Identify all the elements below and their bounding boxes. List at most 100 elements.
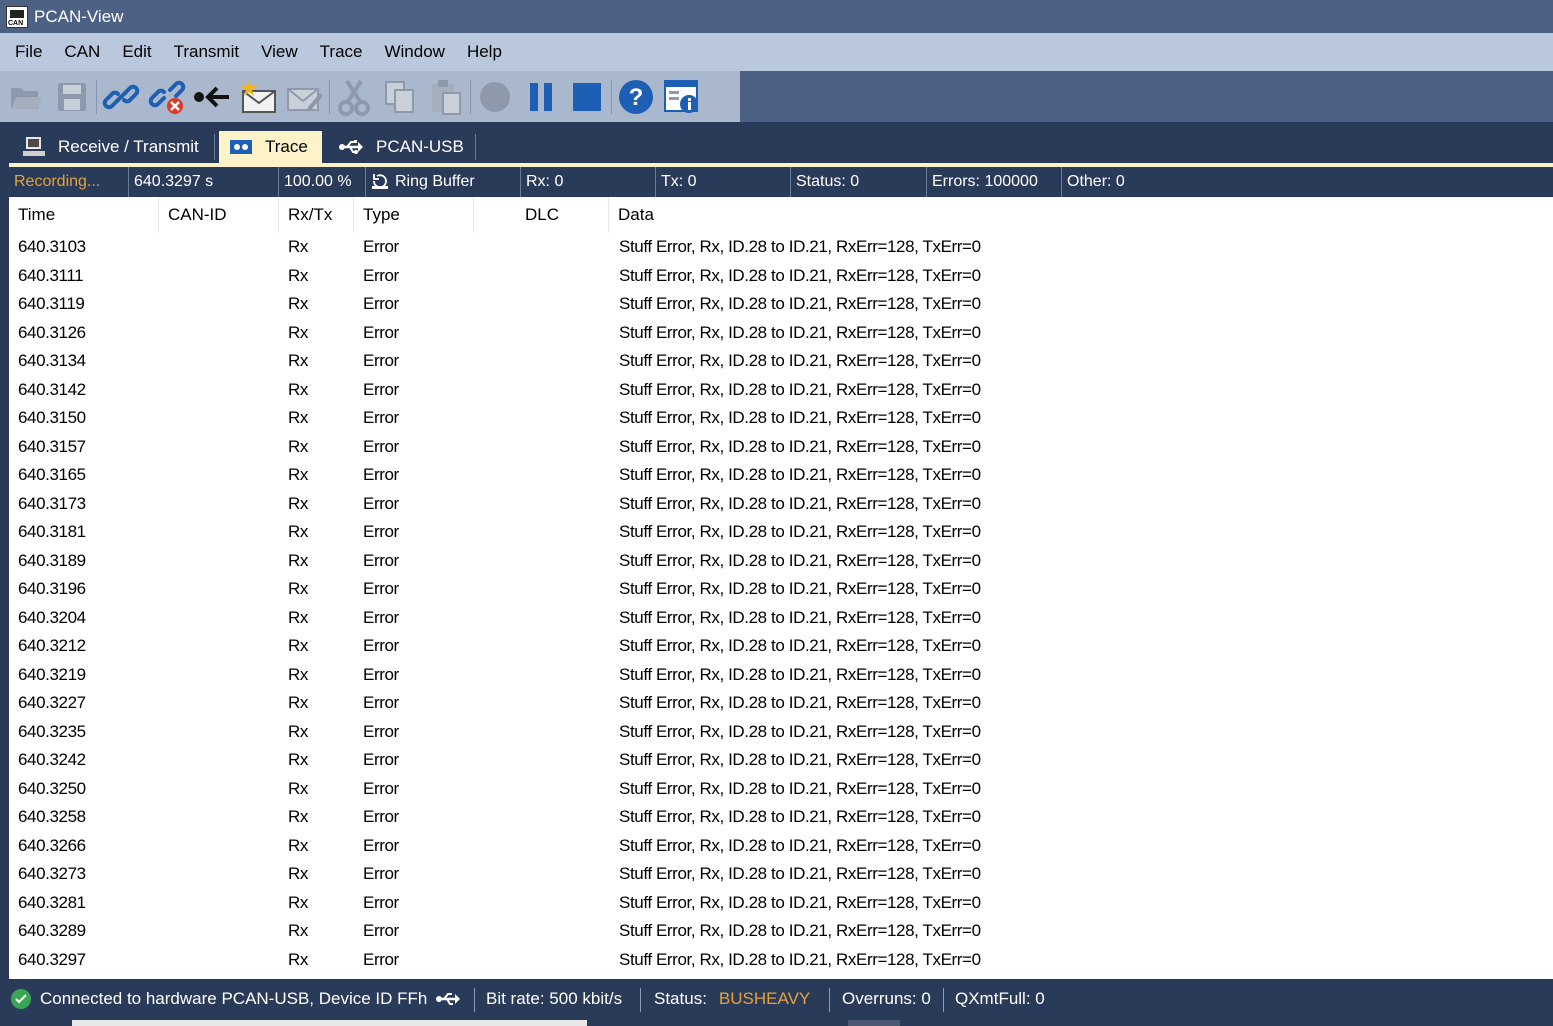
qxmtfull: QXmtFull: 0 — [955, 989, 1045, 1008]
cell-rx-tx: Rx — [288, 436, 308, 456]
table-row[interactable]: 640.3227 Rx Error Stuff Error, Rx, ID.28 to… — [9, 689, 1553, 718]
tab-receive-transmit[interactable]: Receive / Transmit — [12, 131, 213, 163]
cell-time: 640.3126 — [18, 322, 86, 342]
cut-icon[interactable] — [334, 77, 374, 117]
table-row[interactable]: 640.3165 Rx Error Stuff Error, Rx, ID.28 to… — [9, 461, 1553, 490]
record-icon[interactable] — [475, 77, 515, 117]
column-header-type[interactable]: Type — [354, 197, 474, 233]
disconnect-icon[interactable] — [147, 77, 187, 117]
help-icon[interactable]: ? — [616, 77, 656, 117]
toolbar-area: ? — [0, 71, 1553, 122]
tx-count: Tx: 0 — [655, 167, 790, 197]
table-row[interactable]: 640.3250 Rx Error Stuff Error, Rx, ID.28 to… — [9, 775, 1553, 804]
cell-type: Error — [363, 408, 399, 428]
menu-file[interactable]: File — [4, 42, 53, 62]
tab-divider — [475, 134, 476, 160]
cell-time: 640.3142 — [18, 379, 86, 399]
status-separator — [474, 988, 475, 1012]
cell-type: Error — [363, 351, 399, 371]
edit-message-icon[interactable] — [285, 77, 325, 117]
table-row[interactable]: 640.3181 Rx Error Stuff Error, Rx, ID.28 to… — [9, 518, 1553, 547]
tape-icon — [229, 139, 253, 155]
table-row[interactable]: 640.3173 Rx Error Stuff Error, Rx, ID.28 to… — [9, 490, 1553, 519]
cell-data: Stuff Error, Rx, ID.28 to ID.21, RxErr=1… — [619, 864, 981, 884]
cell-time: 640.3227 — [18, 693, 86, 713]
status-separator — [943, 988, 944, 1012]
trace-time: 640.3297 s — [128, 167, 278, 197]
new-message-icon[interactable] — [239, 77, 279, 117]
table-row[interactable]: 640.3219 Rx Error Stuff Error, Rx, ID.28 to… — [9, 661, 1553, 690]
toolbar-separator — [470, 79, 471, 114]
menu-transmit[interactable]: Transmit — [163, 42, 251, 62]
column-header-time[interactable]: Time — [9, 197, 159, 233]
copy-icon[interactable] — [380, 77, 420, 117]
table-row[interactable]: 640.3273 Rx Error Stuff Error, Rx, ID.28 to… — [9, 860, 1553, 889]
paste-icon[interactable] — [426, 77, 466, 117]
column-header-rx-tx[interactable]: Rx/Tx — [279, 197, 354, 233]
cell-rx-tx: Rx — [288, 636, 308, 656]
table-row[interactable]: 640.3103 Rx Error Stuff Error, Rx, ID.28 to… — [9, 233, 1553, 262]
table-row[interactable]: 640.3266 Rx Error Stuff Error, Rx, ID.28 to… — [9, 832, 1553, 861]
table-row[interactable]: 640.3150 Rx Error Stuff Error, Rx, ID.28 to… — [9, 404, 1553, 433]
table-row[interactable]: 640.3119 Rx Error Stuff Error, Rx, ID.28 to… — [9, 290, 1553, 319]
cell-data: Stuff Error, Rx, ID.28 to ID.21, RxErr=1… — [619, 921, 981, 941]
cell-rx-tx: Rx — [288, 607, 308, 627]
table-row[interactable]: 640.3189 Rx Error Stuff Error, Rx, ID.28 to… — [9, 547, 1553, 576]
connect-icon[interactable] — [101, 77, 141, 117]
cell-data: Stuff Error, Rx, ID.28 to ID.21, RxErr=1… — [619, 579, 981, 599]
column-header-can-id[interactable]: CAN-ID — [159, 197, 279, 233]
tab-pcan-usb[interactable]: PCAN-USB — [328, 131, 478, 163]
menu-trace[interactable]: Trace — [309, 42, 374, 62]
cell-type: Error — [363, 322, 399, 342]
cell-type: Error — [363, 807, 399, 827]
cell-data: Stuff Error, Rx, ID.28 to ID.21, RxErr=1… — [619, 237, 981, 257]
table-row[interactable]: 640.3212 Rx Error Stuff Error, Rx, ID.28 to… — [9, 632, 1553, 661]
column-header-data[interactable]: Data — [609, 197, 1553, 233]
cell-type: Error — [363, 294, 399, 314]
table-row[interactable]: 640.3157 Rx Error Stuff Error, Rx, ID.28 to… — [9, 433, 1553, 462]
table-row[interactable]: 640.3142 Rx Error Stuff Error, Rx, ID.28 to… — [9, 376, 1553, 405]
tab-trace[interactable]: Trace — [219, 131, 322, 163]
menu-window[interactable]: Window — [373, 42, 455, 62]
table-row[interactable]: 640.3242 Rx Error Stuff Error, Rx, ID.28 to… — [9, 746, 1553, 775]
cell-time: 640.3250 — [18, 778, 86, 798]
menu-edit[interactable]: Edit — [111, 42, 162, 62]
ring-buffer-mode[interactable]: Ring Buffer — [365, 167, 520, 197]
cell-type: Error — [363, 379, 399, 399]
table-row[interactable]: 640.3235 Rx Error Stuff Error, Rx, ID.28 to… — [9, 718, 1553, 747]
menu-can[interactable]: CAN — [53, 42, 111, 62]
table-row[interactable]: 640.3134 Rx Error Stuff Error, Rx, ID.28 to… — [9, 347, 1553, 376]
table-row[interactable]: 640.3204 Rx Error Stuff Error, Rx, ID.28 to… — [9, 604, 1553, 633]
table-row[interactable]: 640.3297 Rx Error Stuff Error, Rx, ID.28 to… — [9, 946, 1553, 975]
horizontal-scrollbar[interactable] — [72, 1020, 587, 1026]
cell-data: Stuff Error, Rx, ID.28 to ID.21, RxErr=1… — [619, 892, 981, 912]
save-icon[interactable] — [52, 77, 92, 117]
tab-strip: Receive / Transmit Trace PCAN-USB — [0, 122, 1553, 163]
cell-data: Stuff Error, Rx, ID.28 to ID.21, RxErr=1… — [619, 807, 981, 827]
menu-view[interactable]: View — [250, 42, 309, 62]
cell-rx-tx: Rx — [288, 493, 308, 513]
bus-status-label: Status: — [654, 989, 707, 1008]
cell-data: Stuff Error, Rx, ID.28 to ID.21, RxErr=1… — [619, 949, 981, 969]
table-row[interactable]: 640.3126 Rx Error Stuff Error, Rx, ID.28 to… — [9, 319, 1553, 348]
pause-icon[interactable] — [521, 77, 561, 117]
table-row[interactable]: 640.3111 Rx Error Stuff Error, Rx, ID.28 to… — [9, 262, 1553, 291]
stop-icon[interactable] — [567, 77, 607, 117]
open-file-icon[interactable] — [6, 77, 46, 117]
table-row[interactable]: 640.3258 Rx Error Stuff Error, Rx, ID.28 to… — [9, 803, 1553, 832]
cell-rx-tx: Rx — [288, 693, 308, 713]
cell-time: 640.3119 — [18, 294, 85, 314]
toolbar-separator — [96, 79, 97, 114]
check-icon — [11, 989, 31, 1009]
menu-help[interactable]: Help — [456, 42, 513, 62]
cell-type: Error — [363, 550, 399, 570]
table-row[interactable]: 640.3289 Rx Error Stuff Error, Rx, ID.28 to… — [9, 917, 1553, 946]
table-row[interactable]: 640.3281 Rx Error Stuff Error, Rx, ID.28 to… — [9, 889, 1553, 918]
cell-data: Stuff Error, Rx, ID.28 to ID.21, RxErr=1… — [619, 408, 981, 428]
column-header-dlc[interactable]: DLC — [474, 197, 609, 233]
cell-rx-tx: Rx — [288, 664, 308, 684]
cell-rx-tx: Rx — [288, 835, 308, 855]
table-row[interactable]: 640.3196 Rx Error Stuff Error, Rx, ID.28 to… — [9, 575, 1553, 604]
info-icon[interactable] — [662, 77, 702, 117]
reset-icon[interactable] — [193, 77, 233, 117]
